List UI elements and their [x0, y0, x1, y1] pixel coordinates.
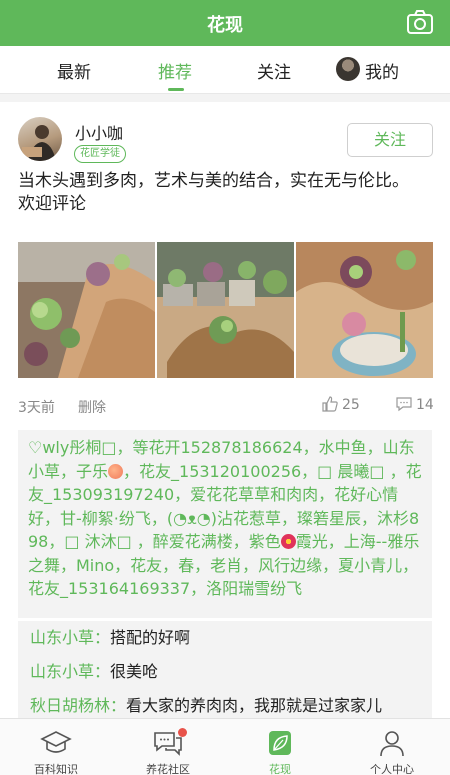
- nav-profile[interactable]: 个人中心: [336, 719, 448, 775]
- comment-item[interactable]: 山东小草：搭配的好啊: [18, 621, 432, 655]
- nav-discover[interactable]: 花现: [224, 719, 336, 775]
- comments-count: 14: [416, 397, 434, 413]
- nav-community[interactable]: 养花社区: [112, 719, 224, 775]
- comment-user[interactable]: 山东小草：: [30, 628, 110, 647]
- notification-dot: [178, 728, 187, 737]
- tab-mine[interactable]: 我的: [365, 58, 399, 83]
- nav-encyclopedia[interactable]: 百科知识: [0, 719, 112, 775]
- my-avatar[interactable]: [336, 57, 360, 81]
- feed-tabs: 最新 推荐 关注 我的: [0, 46, 450, 94]
- comment-icon[interactable]: [396, 396, 412, 412]
- comment-user[interactable]: 秋日胡杨林：: [30, 696, 126, 715]
- nav-label: 个人中心: [370, 763, 414, 775]
- title-bar: 花现: [0, 0, 450, 46]
- peach-emoji-icon: [108, 463, 124, 479]
- graduation-cap-icon: [40, 731, 72, 753]
- comment-text: 看大家的养肉肉，我那就是过家家儿: [126, 696, 383, 715]
- tab-recommended[interactable]: 推荐: [158, 58, 192, 83]
- leaf-icon: [269, 731, 291, 755]
- flower-emoji-icon: [280, 534, 296, 549]
- app-title: 花现: [207, 15, 243, 36]
- comment-user[interactable]: 山东小草：: [30, 662, 110, 681]
- comment-item[interactable]: 山东小草：很美呛: [18, 655, 432, 689]
- nav-label: 百科知识: [34, 763, 78, 775]
- camera-icon[interactable]: [406, 9, 434, 35]
- author-name[interactable]: 小小咖: [75, 120, 123, 144]
- active-tab-indicator: [168, 88, 184, 91]
- likes-count: 25: [342, 397, 360, 413]
- delete-button[interactable]: 删除: [78, 397, 106, 417]
- comment-text: 搭配的好啊: [110, 628, 191, 647]
- post-text: 当木头遇到多肉，艺术与美的结合，实在无与伦比。 欢迎评论: [18, 171, 409, 214]
- tab-latest[interactable]: 最新: [57, 58, 91, 83]
- follow-button[interactable]: 关注: [347, 123, 433, 157]
- nav-label: 养花社区: [146, 763, 190, 775]
- post-time: 3天前: [18, 400, 55, 416]
- bottom-nav: 百科知识 养花社区 花现 个人中心: [0, 718, 450, 775]
- post-photo-1[interactable]: [18, 242, 155, 378]
- thumbs-up-icon[interactable]: [322, 396, 338, 412]
- author-avatar[interactable]: [18, 117, 62, 161]
- person-icon: [380, 731, 404, 757]
- author-level-badge: 花匠学徒: [74, 145, 126, 163]
- section-divider: [0, 94, 450, 102]
- post-photo-2[interactable]: [157, 242, 294, 378]
- comment-text: 很美呛: [110, 662, 159, 681]
- tab-following[interactable]: 关注: [257, 58, 291, 83]
- likes-list: ♡wly彤桐□，等花开152878186624，水中鱼，山东小草，子乐 ，花友_1…: [18, 430, 432, 618]
- post-photo-3[interactable]: [296, 242, 433, 378]
- nav-label: 花现: [269, 763, 291, 775]
